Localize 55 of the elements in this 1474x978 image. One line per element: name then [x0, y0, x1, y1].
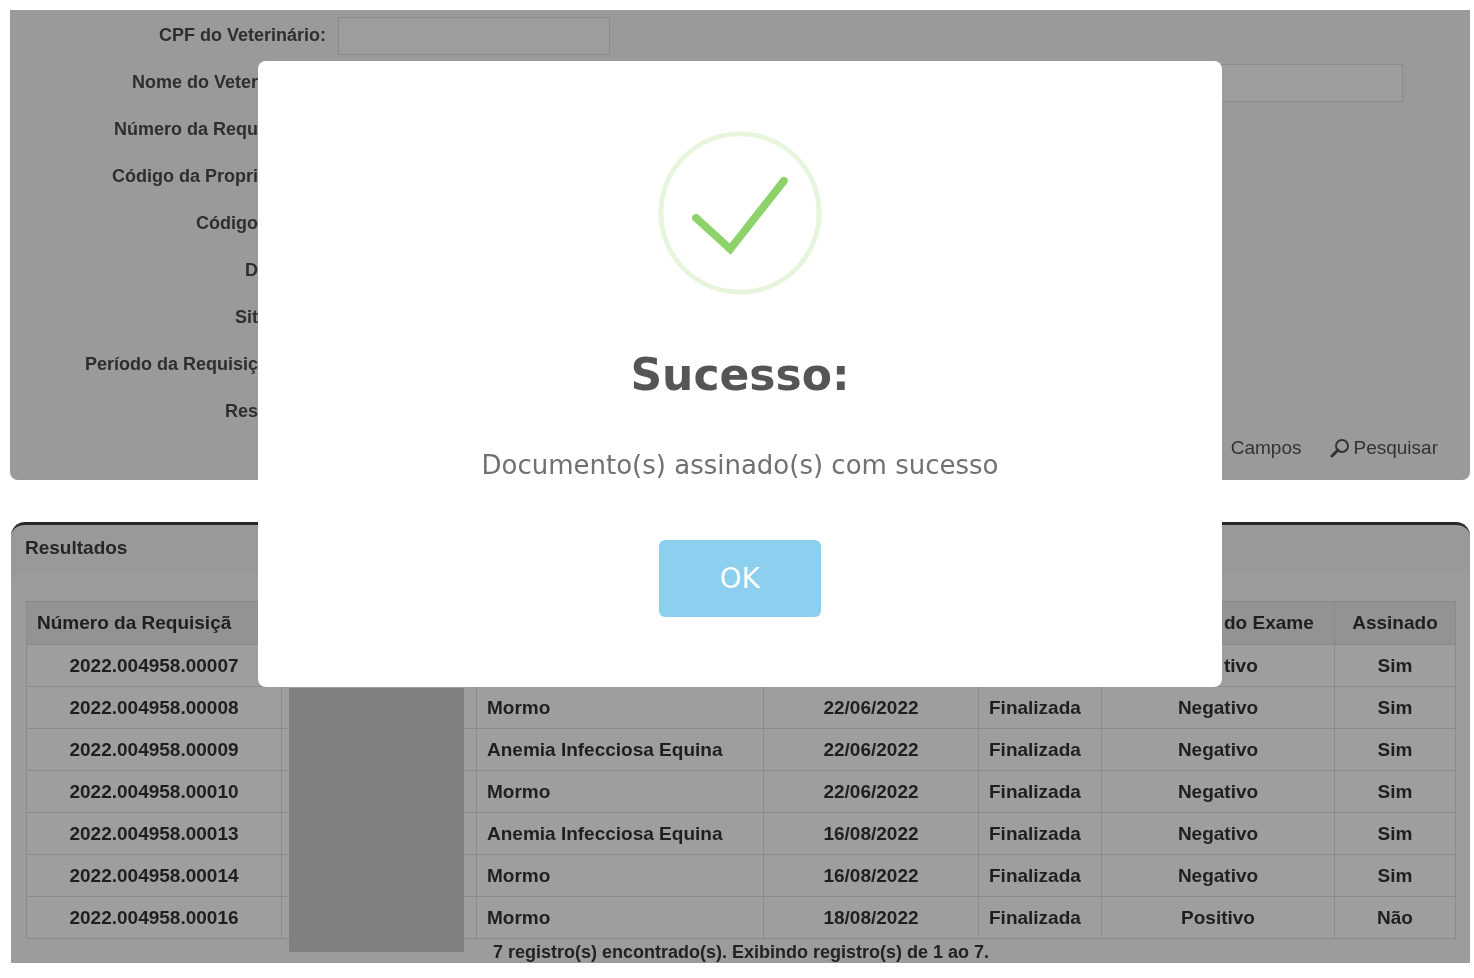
- table-cell: 2022.004958.00009: [26, 728, 282, 771]
- field-label: Código: [195, 213, 258, 234]
- table-cell: Sim: [1334, 812, 1456, 855]
- table-cell: Finalizada: [978, 896, 1102, 939]
- field-label: D: [244, 260, 258, 281]
- field-label: Período da Requisiç: [83, 354, 258, 375]
- table-cell: Finalizada: [978, 854, 1102, 897]
- table-cell: 2022.004958.00014: [26, 854, 282, 897]
- table-cell: Positivo: [1101, 896, 1335, 939]
- checkmark-icon: [657, 130, 823, 296]
- table-cell: Anemia Infecciosa Equina: [476, 728, 764, 771]
- table-cell: 22/06/2022: [763, 770, 979, 813]
- table-cell: Sim: [1334, 644, 1456, 687]
- table-cell: Negativo: [1101, 728, 1335, 771]
- field-label: Número da Requ: [112, 119, 258, 140]
- column-header: Assinado: [1334, 601, 1456, 645]
- clear-button[interactable]: Campos: [1230, 437, 1302, 459]
- field-label: Res: [223, 401, 258, 422]
- table-cell: 2022.004958.00008: [26, 686, 282, 729]
- table-cell: 22/06/2022: [763, 686, 979, 729]
- table-cell: Finalizada: [978, 812, 1102, 855]
- search-button[interactable]: Pesquisar: [1329, 437, 1438, 459]
- field-label: Código da Propri: [111, 166, 258, 187]
- table-cell: Finalizada: [978, 770, 1102, 813]
- table-cell: Finalizada: [978, 686, 1102, 729]
- field-label: Nome do Veter: [130, 72, 258, 93]
- table-cell: Mormo: [476, 854, 764, 897]
- table-cell: 22/06/2022: [763, 728, 979, 771]
- table-cell: Anemia Infecciosa Equina: [476, 812, 764, 855]
- table-cell: Mormo: [476, 770, 764, 813]
- table-cell: Sim: [1334, 770, 1456, 813]
- table-cell: Não: [1334, 896, 1456, 939]
- table-cell: Finalizada: [978, 728, 1102, 771]
- search-icon: [1329, 438, 1350, 458]
- table-cell: 16/08/2022: [763, 812, 979, 855]
- field-label: Sit: [234, 307, 258, 328]
- table-cell: 18/08/2022: [763, 896, 979, 939]
- table-cell: Mormo: [476, 896, 764, 939]
- field-label: CPF do Veterinário:: [157, 25, 326, 46]
- table-cell: Negativo: [1101, 770, 1335, 813]
- table-cell: Sim: [1334, 686, 1456, 729]
- dialog-title: Sucesso:: [630, 348, 850, 402]
- table-cell: Negativo: [1101, 686, 1335, 729]
- table-cell: 2022.004958.00010: [26, 770, 282, 813]
- panel-title: Resultados: [24, 536, 129, 560]
- dialog-message: Documento(s) assinado(s) com sucesso: [481, 450, 999, 480]
- table-cell: 2022.004958.00013: [26, 812, 282, 855]
- table-cell: Mormo: [476, 686, 764, 729]
- record-count: 7 registro(s) encontrado(s). Exibindo registro(s) de 1 ao 7.: [491, 941, 991, 963]
- table-cell: Negativo: [1101, 854, 1335, 897]
- table-cell: Negativo: [1101, 812, 1335, 855]
- table-cell: Sim: [1334, 728, 1456, 771]
- table-cell: Sim: [1334, 854, 1456, 897]
- table-cell: 16/08/2022: [763, 854, 979, 897]
- table-cell: 2022.004958.00016: [26, 896, 282, 939]
